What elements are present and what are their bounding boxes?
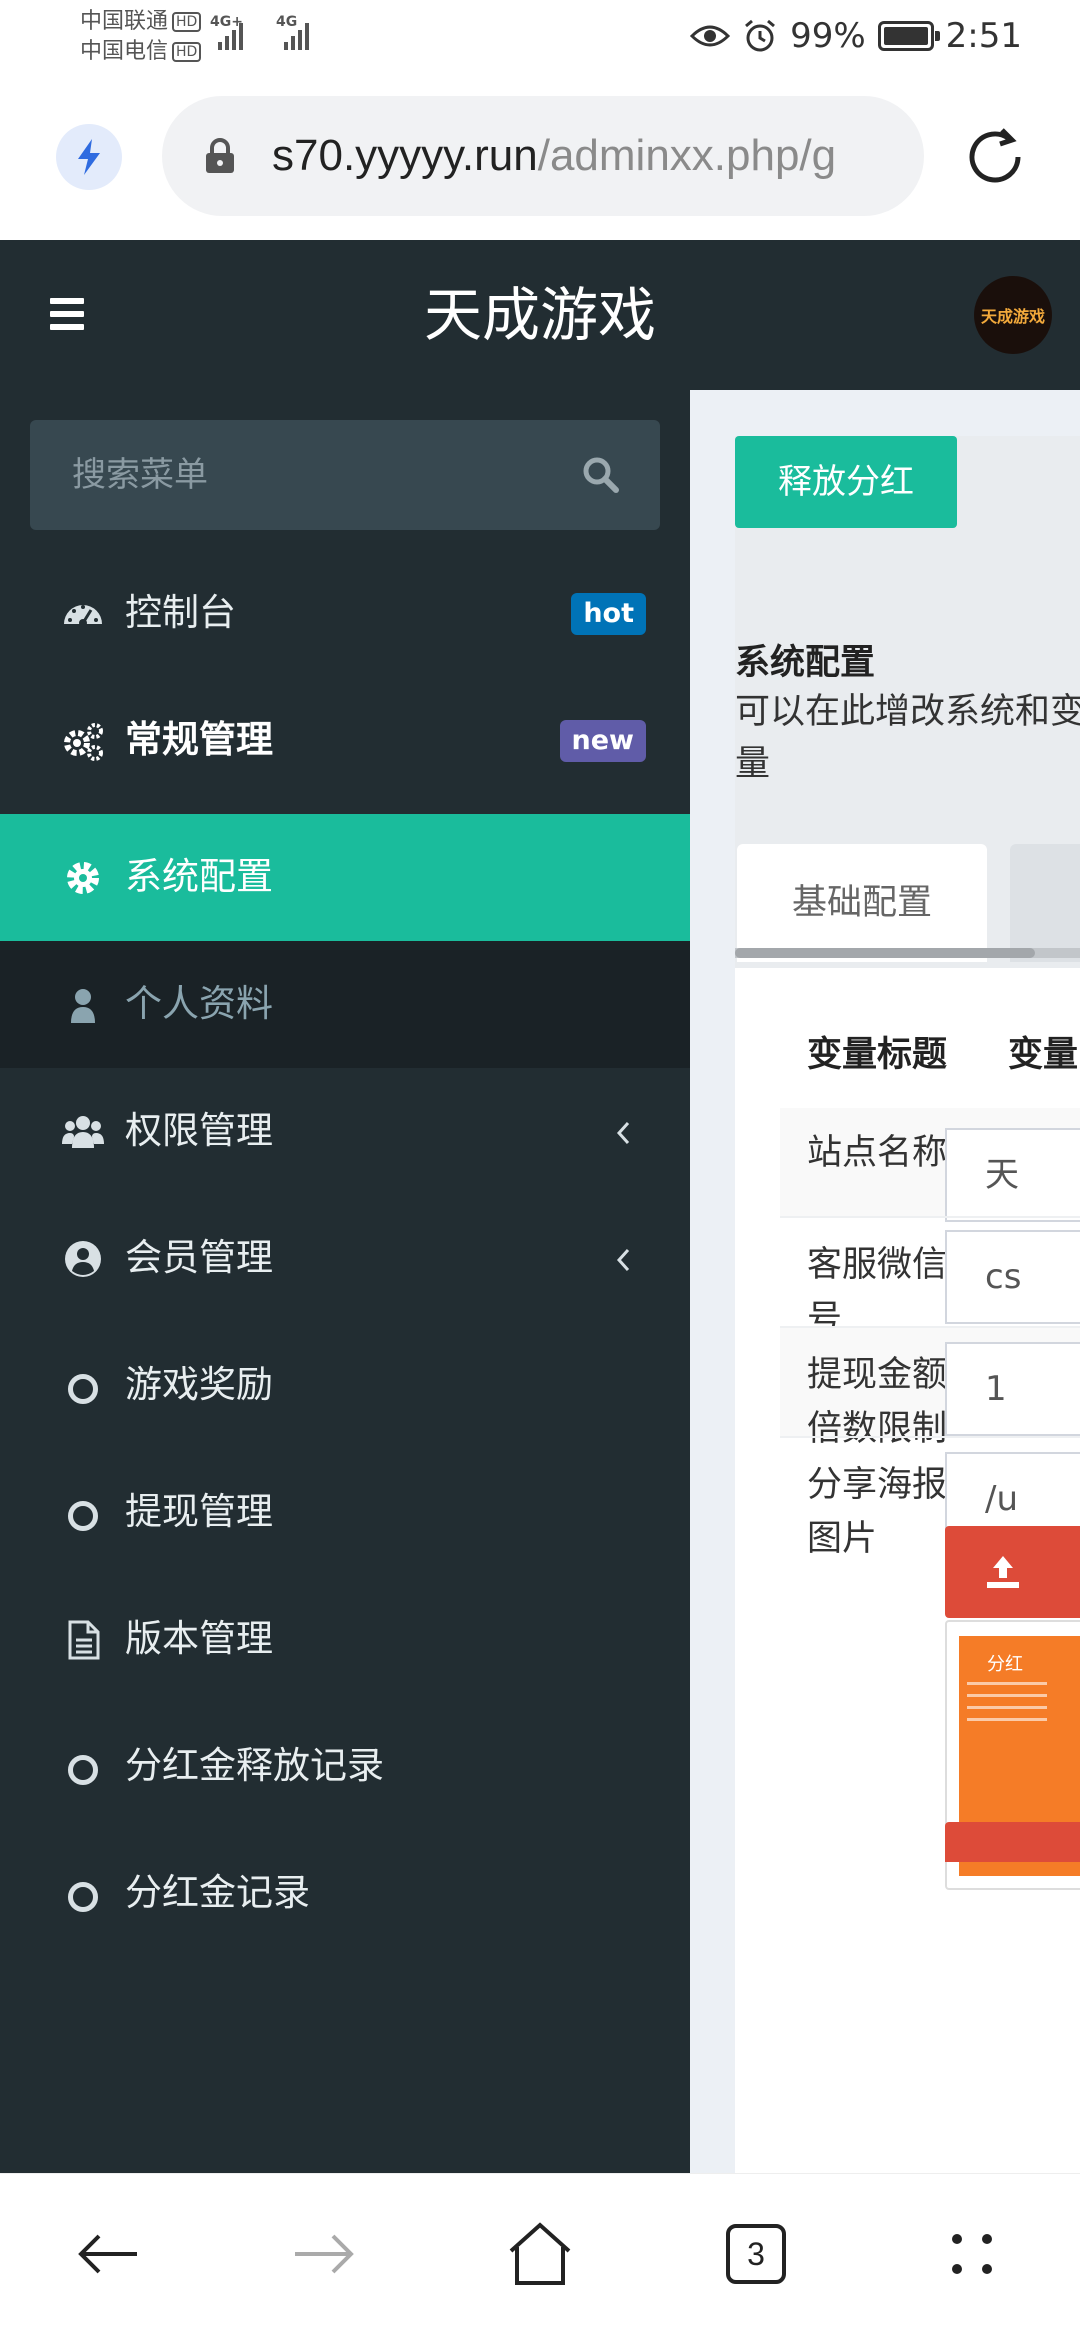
main-content: 释放分红 系统配置 可以在此增改系统和变量 基础配置 变量标题 变量 站点名称 …	[690, 390, 1080, 2173]
avatar-logo-text: 天成游戏	[980, 307, 1045, 326]
circle-icon	[68, 1882, 98, 1912]
file-icon	[68, 1620, 100, 1660]
bolt-button[interactable]	[56, 124, 122, 190]
sidebar-item-versions[interactable]: 版本管理	[0, 1576, 690, 1703]
table-header-variable: 变量	[1008, 1035, 1079, 1075]
alarm-icon	[745, 19, 776, 52]
sidebar-item-dividend-log[interactable]: 分红金记录	[0, 1830, 690, 1957]
search-input[interactable]	[30, 420, 590, 530]
table-row: 站点名称 天	[780, 1108, 1080, 1222]
status-bar: 中国联通 HD 中国电信 HD 4G+ 4G 99% 2:51	[0, 0, 1080, 72]
menu-button[interactable]	[932, 2214, 1012, 2294]
lock-icon	[206, 138, 234, 173]
forward-icon	[295, 2234, 354, 2274]
sidebar-item-permissions[interactable]: 权限管理	[0, 1068, 690, 1195]
signal-icon: 4G	[276, 14, 336, 52]
site-name-input[interactable]: 天	[945, 1128, 1080, 1222]
tabs-button[interactable]: 3	[716, 2214, 796, 2294]
new-badge: new	[559, 720, 646, 762]
row-label: 分享海报图片	[807, 1465, 948, 1559]
carrier-2: 中国电信 HD	[80, 38, 202, 66]
eye-icon	[690, 25, 731, 47]
sidebar-item-label: 提现管理	[125, 1490, 273, 1533]
address-bar[interactable]: s70.yyyyy.run/adminxx.php/g	[162, 96, 924, 216]
withdraw-multiple-input[interactable]: 1	[945, 1342, 1080, 1436]
tab-next[interactable]	[1010, 844, 1080, 962]
poster-caption: 分红	[987, 1654, 1023, 1675]
tabs-icon: 3	[726, 2224, 786, 2284]
back-icon	[78, 2234, 137, 2274]
avatar[interactable]: 天成游戏	[974, 276, 1052, 354]
upload-icon	[987, 1556, 1019, 1588]
sidebar-item-label: 系统配置	[125, 855, 273, 898]
circle-icon	[68, 1501, 98, 1531]
app-title: 天成游戏	[423, 281, 656, 349]
hd-badge: HD	[172, 42, 202, 62]
hd-badge: HD	[172, 12, 202, 32]
gear-icon	[67, 862, 99, 894]
menu-icon	[952, 2234, 992, 2274]
app-header: 天成游戏 天成游戏	[0, 240, 1080, 390]
sidebar-item-members[interactable]: 会员管理	[0, 1195, 690, 1322]
battery-fill	[883, 27, 928, 45]
sidebar-item-dashboard[interactable]: 控制台 hot	[0, 550, 690, 677]
sidebar-item-label: 游戏奖励	[125, 1363, 273, 1406]
sidebar-item-system-config[interactable]: 系统配置	[0, 814, 690, 941]
sidebar-item-label: 控制台	[125, 591, 236, 634]
user-icon	[71, 989, 95, 1023]
carrier-1: 中国联通 HD	[80, 8, 202, 36]
chevron-left-icon	[616, 1121, 630, 1145]
page-description: 可以在此增改系统和变量	[735, 692, 1080, 784]
page-title: 系统配置	[735, 643, 876, 683]
forward-button[interactable]	[284, 2214, 364, 2294]
back-button[interactable]	[68, 2214, 148, 2294]
chevron-left-icon	[616, 1248, 630, 1272]
sidebar-item-label: 版本管理	[125, 1617, 273, 1660]
sidebar-item-dividend-release-log[interactable]: 分红金释放记录	[0, 1703, 690, 1830]
sidebar-item-game-rewards[interactable]: 游戏奖励	[0, 1322, 690, 1449]
signal-icon: 4G+	[210, 14, 270, 52]
tab-basic-config[interactable]: 基础配置	[737, 844, 987, 962]
hot-badge: hot	[571, 593, 646, 635]
sidebar-item-label: 分红金释放记录	[125, 1744, 384, 1787]
home-icon	[509, 2222, 571, 2285]
upload-button[interactable]	[945, 1526, 1080, 1618]
bolt-icon	[78, 139, 100, 175]
wechat-input[interactable]: cs	[945, 1230, 1080, 1324]
url-path: /adminxx.php/g	[537, 131, 837, 180]
home-button[interactable]	[500, 2214, 580, 2294]
url-host: s70.yyyyy.run	[272, 131, 538, 180]
browser-bottom-nav: 3	[0, 2173, 1080, 2340]
sidebar-item-label: 分红金记录	[125, 1871, 310, 1914]
dashboard-icon	[64, 605, 102, 627]
sidebar-search	[30, 420, 660, 530]
url-text: s70.yyyyy.run/adminxx.php/g	[272, 126, 836, 186]
circle-icon	[68, 1755, 98, 1785]
delete-button[interactable]	[945, 1822, 1080, 1862]
release-dividend-button[interactable]: 释放分红	[735, 436, 957, 528]
table-header-title: 变量标题	[807, 1035, 948, 1075]
table-row: 提现金额倍数限制 1	[780, 1328, 1080, 1449]
search-icon[interactable]	[582, 456, 620, 494]
browser-toolbar: s70.yyyyy.run/adminxx.php/g	[0, 72, 1080, 240]
reload-icon[interactable]	[962, 124, 1028, 190]
cogs-icon	[64, 723, 103, 761]
clock: 2:51	[945, 16, 1022, 56]
sidebar-item-label: 会员管理	[125, 1236, 273, 1279]
sidebar-item-label: 个人资料	[125, 982, 273, 1025]
table-row: 客服微信号 cs	[780, 1218, 1080, 1339]
user-circle-icon	[65, 1241, 101, 1277]
battery-icon	[877, 21, 940, 51]
row-label: 站点名称	[807, 1133, 948, 1173]
sidebar-item-withdrawals[interactable]: 提现管理	[0, 1449, 690, 1576]
sidebar-item-label: 权限管理	[125, 1109, 273, 1152]
sidebar: 控制台 hot 常规管理 new 系统配置 个人资料 权限管理 会员管理 游戏奖…	[0, 390, 690, 2173]
sidebar-item-label: 常规管理	[125, 718, 273, 761]
battery-percent: 99%	[790, 16, 866, 56]
sidebar-item-general[interactable]: 常规管理 new	[0, 677, 690, 804]
tab-scrollbar[interactable]	[735, 948, 1080, 958]
users-icon	[62, 1116, 104, 1148]
sidebar-item-profile[interactable]: 个人资料	[0, 941, 690, 1068]
circle-icon	[68, 1374, 98, 1404]
